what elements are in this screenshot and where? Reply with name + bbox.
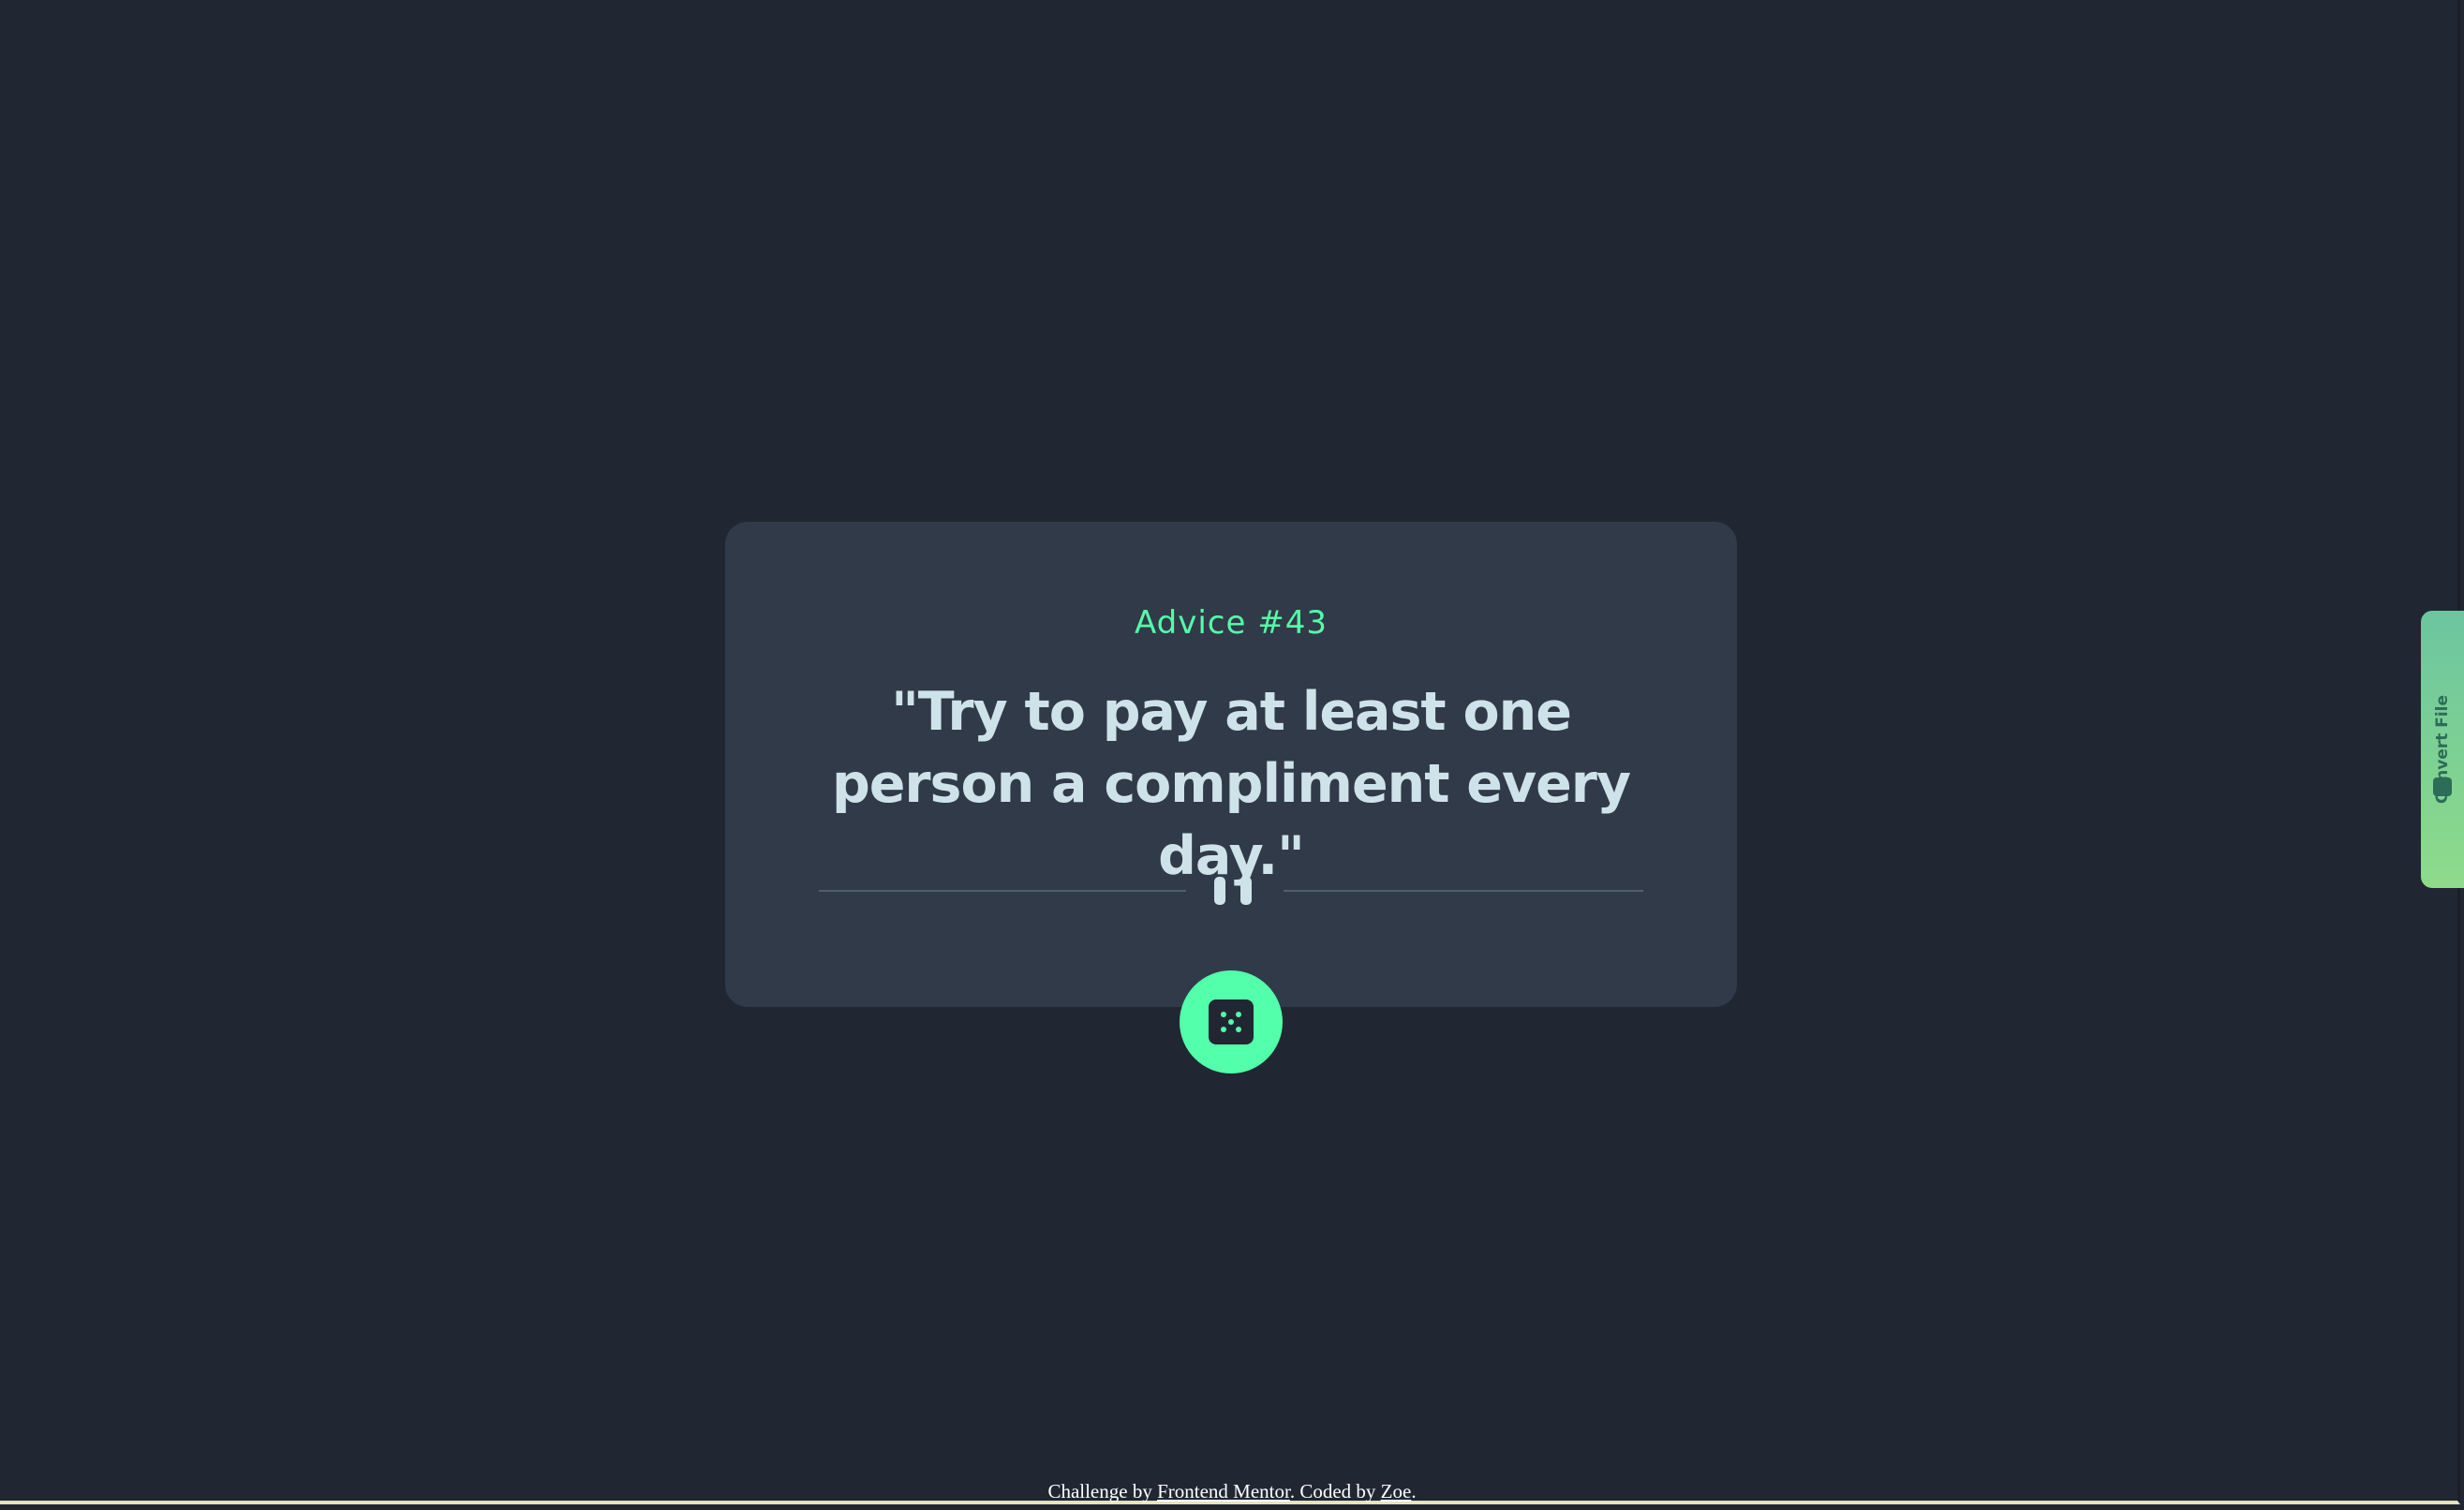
- generate-advice-button[interactable]: [1180, 970, 1283, 1073]
- frontend-mentor-link[interactable]: Frontend Mentor: [1157, 1480, 1290, 1503]
- dice-icon: [1209, 999, 1254, 1044]
- advice-card: Advice #43 "Try to pay at least one pers…: [725, 522, 1737, 1007]
- convert-file-tab[interactable]: Convert File: [2421, 611, 2464, 888]
- dice-dot-5: [1236, 1027, 1241, 1032]
- pause-bar-right: [1240, 877, 1252, 905]
- footer-prefix: Challenge by: [1047, 1480, 1158, 1503]
- attribution-footer: Challenge by Frontend Mentor. Coded by Z…: [0, 1480, 2464, 1503]
- pause-bar-left: [1214, 877, 1225, 905]
- advice-number: Advice #43: [1135, 604, 1328, 642]
- convert-file-icon: [2433, 777, 2452, 796]
- divider-right: [1284, 890, 1643, 892]
- dice-dot-4: [1221, 1027, 1226, 1032]
- dice-dot-2: [1236, 1012, 1241, 1017]
- divider-left: [819, 890, 1186, 892]
- footer-middle: . Coded by: [1289, 1480, 1381, 1503]
- dice-dot-3: [1228, 1019, 1234, 1025]
- footer-suffix: .: [1411, 1480, 1417, 1503]
- pause-icon: [1214, 877, 1255, 905]
- dice-dot-1: [1221, 1012, 1226, 1017]
- advice-quote: "Try to pay at least one person a compli…: [831, 681, 1631, 887]
- author-link[interactable]: Zoe: [1381, 1480, 1412, 1503]
